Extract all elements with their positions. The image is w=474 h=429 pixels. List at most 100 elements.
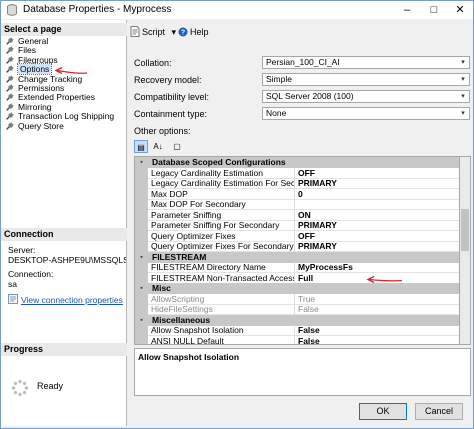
wrench-icon (6, 55, 14, 64)
grid-margin (135, 199, 148, 210)
window-title: Database Properties - Myprocess (23, 4, 172, 15)
collation-combo[interactable]: Persian_100_CI_AI ▾ (262, 56, 470, 69)
property-value[interactable]: MyProcessFs (295, 262, 459, 273)
property-name[interactable]: FILESTREAM Non-Transacted Access (148, 272, 295, 284)
collapse-icon[interactable]: ▪ (138, 317, 145, 324)
grid-property-row[interactable]: ANSI NULL Default False (135, 335, 459, 345)
property-name[interactable]: Query Optimizer Fixes For Secondary (148, 241, 295, 252)
scrollbar-thumb[interactable] (461, 209, 469, 251)
property-value[interactable] (295, 199, 459, 210)
property-value[interactable]: PRIMARY (295, 178, 459, 189)
recovery-model-dropdown-icon[interactable]: ▾ (457, 74, 469, 85)
minimize-button[interactable]: – (393, 1, 421, 19)
categorized-view-button[interactable]: ▤ (134, 140, 148, 153)
grid-category[interactable]: ▪ Miscellaneous (135, 314, 459, 326)
grid-category-label: Miscellaneous (148, 314, 459, 326)
property-value[interactable]: False (295, 325, 459, 336)
maximize-button[interactable]: □ (420, 1, 448, 19)
collation-label: Collation: (134, 58, 172, 68)
grid-property-row[interactable]: Max DOP For Secondary (135, 199, 459, 210)
property-name[interactable]: HideFileSettings (148, 304, 295, 315)
property-value[interactable]: False (295, 336, 459, 345)
title-bar[interactable]: Database Properties - Myprocess – □ ✕ (1, 1, 473, 19)
progress-status: Ready (37, 381, 64, 391)
grid-margin (135, 272, 148, 284)
view-connection-properties-text[interactable]: View connection properties (21, 295, 123, 305)
property-pages-button[interactable]: ▢ (170, 140, 184, 153)
grid-property-row[interactable]: FILESTREAM Non-Transacted Access Full (135, 272, 459, 284)
right-panel: Script ▾ ? Help Collation: Persian_100_C… (128, 20, 473, 398)
grid-property-row[interactable]: AllowScripting True (135, 293, 459, 305)
grid-property-row[interactable]: FILESTREAM Directory Name MyProcessFs (135, 262, 459, 273)
ok-button[interactable]: OK (359, 403, 407, 420)
compatibility-level-combo[interactable]: SQL Server 2008 (100) ▾ (262, 90, 470, 103)
grid-margin (135, 241, 148, 252)
property-name[interactable]: AllowScripting (148, 293, 295, 305)
property-name[interactable]: Legacy Cardinality Estimation For Second… (148, 178, 295, 189)
property-grid[interactable]: ▪ Database Scoped Configurations Legacy Ca… (134, 156, 460, 345)
grid-property-row[interactable]: Query Optimizer Fixes For Secondary PRIMA… (135, 241, 459, 252)
svg-text:?: ? (181, 30, 185, 37)
annotation-arrow-filestream (366, 275, 403, 284)
select-page-header: Select a page (1, 23, 127, 36)
properties-icon (8, 294, 18, 304)
database-properties-window: Database Properties - Myprocess – □ ✕ Se… (0, 0, 474, 429)
property-value[interactable]: True (295, 294, 459, 305)
recovery-model-value: Simple (266, 74, 292, 84)
alphabetical-sort-button[interactable]: A↓ (151, 140, 165, 153)
property-name[interactable]: Max DOP For Secondary (148, 199, 295, 210)
script-button[interactable]: Script ▾ (130, 24, 176, 40)
property-name[interactable]: Parameter Sniffing (148, 209, 295, 221)
cancel-button[interactable]: Cancel (415, 403, 463, 420)
grid-property-row[interactable]: Query Optimizer Fixes OFF (135, 230, 459, 242)
property-name[interactable]: Query Optimizer Fixes (148, 230, 295, 242)
grid-property-row[interactable]: Allow Snapshot Isolation False (135, 325, 459, 336)
help-button[interactable]: ? Help (178, 24, 209, 40)
property-name[interactable]: Allow Snapshot Isolation (148, 325, 295, 336)
grid-margin (135, 188, 148, 200)
grid-property-row[interactable]: Legacy Cardinality Estimation OFF (135, 167, 459, 179)
property-value[interactable]: PRIMARY (295, 241, 459, 252)
property-value[interactable]: PRIMARY (295, 220, 459, 231)
collation-dropdown-icon[interactable]: ▾ (457, 57, 469, 68)
property-value[interactable]: OFF (295, 168, 459, 179)
page-item-query-store[interactable]: Query Store (6, 121, 64, 132)
wrench-icon (6, 93, 14, 102)
collapse-icon[interactable]: ▪ (138, 159, 145, 166)
grid-margin (135, 335, 148, 344)
property-value[interactable]: ON (295, 210, 459, 221)
grid-category[interactable]: ▪ FILESTREAM (135, 251, 459, 263)
grid-property-row[interactable]: Legacy Cardinality Estimation For Second… (135, 178, 459, 189)
property-name[interactable]: FILESTREAM Directory Name (148, 262, 295, 273)
grid-category[interactable]: ▪ Database Scoped Configurations (135, 157, 459, 168)
recovery-model-combo[interactable]: Simple ▾ (262, 73, 470, 86)
progress-spinner-icon (11, 379, 29, 397)
containment-type-combo[interactable]: None ▾ (262, 107, 470, 120)
containment-type-dropdown-icon[interactable]: ▾ (457, 108, 469, 119)
grid-category-label: FILESTREAM (148, 251, 459, 263)
grid-margin (135, 178, 148, 189)
collapse-icon[interactable]: ▪ (138, 285, 145, 292)
property-name[interactable]: Parameter Sniffing For Secondary (148, 220, 295, 231)
property-name[interactable]: Legacy Cardinality Estimation (148, 167, 295, 179)
grid-property-row[interactable]: Max DOP 0 (135, 188, 459, 200)
property-value[interactable]: 0 (295, 189, 459, 200)
close-button[interactable]: ✕ (446, 1, 473, 19)
property-value[interactable]: False (295, 304, 459, 315)
script-dropdown-icon[interactable]: ▾ (172, 27, 177, 37)
property-name[interactable]: Max DOP (148, 188, 295, 200)
collapse-icon[interactable]: ▪ (138, 254, 145, 261)
left-panel: Select a page General Files Filegroups Opti… (1, 20, 127, 426)
recovery-model-label: Recovery model: (134, 75, 202, 85)
connection-header: Connection (1, 228, 127, 241)
property-grid-scrollbar[interactable] (460, 156, 471, 345)
grid-margin (135, 220, 148, 231)
grid-property-row[interactable]: HideFileSettings False (135, 304, 459, 315)
grid-category[interactable]: ▪ Misc (135, 283, 459, 294)
property-value[interactable]: OFF (295, 231, 459, 242)
property-name[interactable]: ANSI NULL Default (148, 335, 295, 344)
grid-property-row[interactable]: Parameter Sniffing For Secondary PRIMARY (135, 220, 459, 231)
view-connection-properties-link[interactable]: View connection properties (8, 294, 123, 306)
compatibility-level-dropdown-icon[interactable]: ▾ (457, 91, 469, 102)
grid-property-row[interactable]: Parameter Sniffing ON (135, 209, 459, 221)
